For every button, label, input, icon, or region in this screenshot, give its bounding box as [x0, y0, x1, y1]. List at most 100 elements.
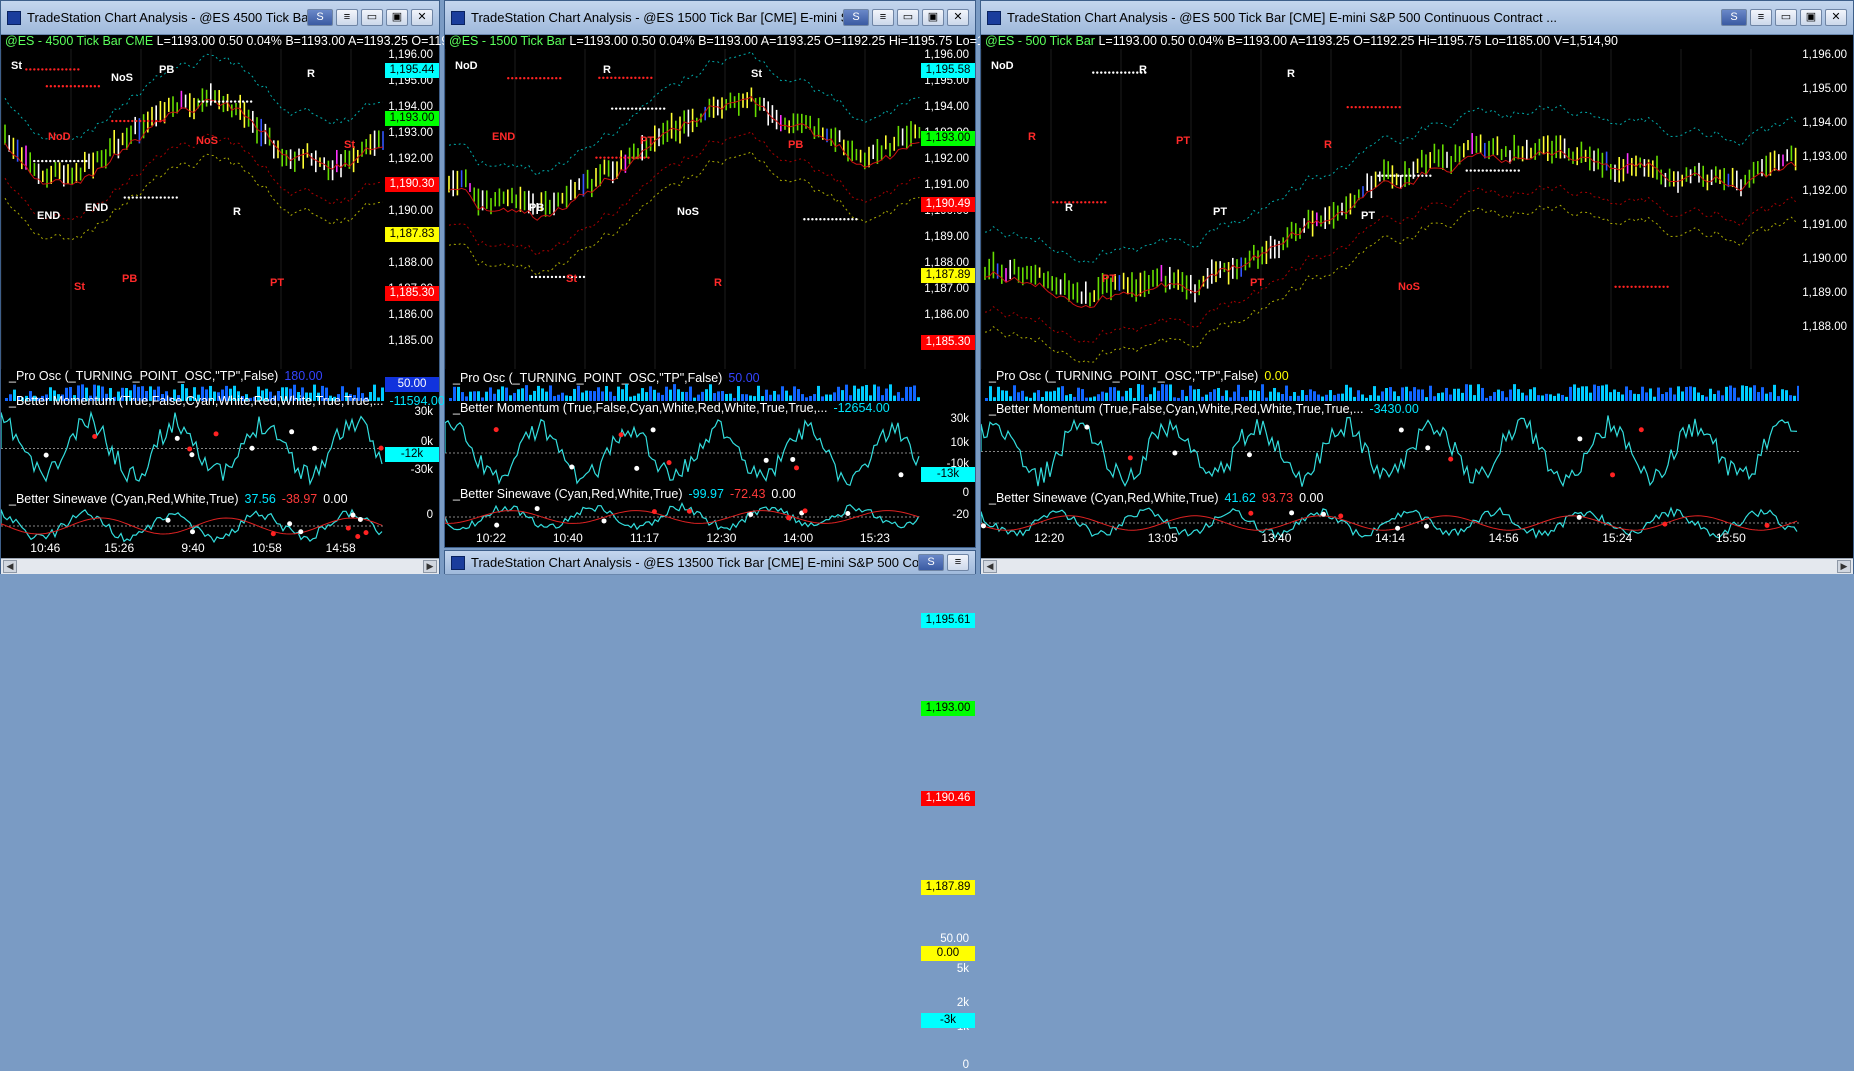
price-tag: 1,190.49 — [921, 197, 975, 212]
signal-marker: NoS — [1398, 281, 1420, 293]
close-button[interactable]: ✕ — [1825, 9, 1847, 26]
signal-marker: PT — [1213, 206, 1227, 218]
title-bar[interactable]: TradeStation Chart Analysis - @ES 4500 T… — [1, 1, 439, 35]
signal-marker: PB — [122, 273, 137, 285]
title-bar[interactable]: TradeStation Chart Analysis - @ES 500 Ti… — [981, 1, 1853, 35]
sinewave-panel[interactable] — [445, 501, 921, 533]
menu-icon[interactable]: ≡ — [947, 554, 969, 571]
tradestation-app-icon — [7, 10, 21, 25]
scroll-right-arrow[interactable]: ▶ — [423, 560, 437, 573]
symbol-link-dropdown-button[interactable]: S — [307, 9, 333, 26]
close-button[interactable]: ✕ — [947, 9, 969, 26]
symbol-link-dropdown-button[interactable]: S — [843, 9, 869, 26]
price-tick: 1,191.00 — [924, 179, 969, 191]
time-tick: 14:56 — [1488, 531, 1519, 545]
restore-button[interactable]: ▣ — [386, 9, 408, 26]
minimize-button[interactable]: ▭ — [1775, 9, 1797, 26]
sinewave-value-3: 0.00 — [1299, 491, 1324, 505]
chart-window-2[interactable]: TradeStation Chart Analysis - @ES 1500 T… — [444, 0, 1021, 548]
horizontal-scrollbar[interactable]: ◀ ▶ — [1, 558, 439, 574]
price-chart[interactable]: St NoD END PB PB NoS R PT R St END St NoS — [1, 49, 385, 369]
scroll-left-arrow[interactable]: ◀ — [3, 560, 17, 573]
chart-window-3[interactable]: TradeStation Chart Analysis - @ES 500 Ti… — [980, 0, 1854, 574]
menu-icon[interactable]: ≡ — [1750, 9, 1772, 26]
signal-marker: PT — [270, 277, 284, 289]
price-tick: 1,186.00 — [388, 309, 433, 321]
quote-values: L=1193.00 0.50 0.04% B=1193.00 A=1193.25… — [569, 34, 1022, 48]
sinewave-value-1: -99.97 — [688, 487, 724, 501]
tradestation-app-icon — [451, 555, 465, 570]
sinewave-name: _Better Sinewave (Cyan,Red,White,True) — [989, 491, 1219, 505]
momentum-tick: 2k — [956, 997, 969, 1009]
sinewave-tick: -20 — [952, 509, 969, 521]
signal-marker: NoD — [48, 131, 71, 143]
momentum-panel[interactable] — [445, 413, 921, 493]
title-bar[interactable]: TradeStation Chart Analysis - @ES 1500 T… — [445, 1, 975, 35]
price-tick: 1,195.00 — [1802, 83, 1847, 95]
title-bar[interactable]: TradeStation Chart Analysis - @ES 13500 … — [445, 551, 975, 575]
pro-osc-histogram[interactable] — [445, 377, 921, 403]
time-tick: 14:58 — [325, 541, 356, 555]
signal-marker: R — [1028, 131, 1036, 143]
time-tick: 12:20 — [1034, 531, 1065, 545]
price-tick: 1,189.00 — [1802, 287, 1847, 299]
price-tag: 1,187.89 — [921, 268, 975, 283]
sinewave-value-1: 37.56 — [244, 492, 276, 506]
pro-osc-histogram[interactable] — [981, 377, 1799, 403]
quote-line: @ES - 500 Tick Bar L=1193.00 0.50 0.04% … — [985, 34, 1618, 48]
menu-icon[interactable]: ≡ — [872, 9, 894, 26]
time-tick: 13:05 — [1147, 531, 1178, 545]
sinewave-panel[interactable] — [1, 506, 385, 546]
price-tag: 1,193.00 — [921, 701, 975, 716]
price-tick: 1,190.00 — [1802, 253, 1847, 265]
time-tick: 10:40 — [552, 531, 583, 545]
momentum-tick: 30k — [414, 406, 433, 418]
momentum-panel[interactable] — [1, 406, 385, 491]
sinewave-label: _Better Sinewave (Cyan,Red,White,True) 37… — [9, 492, 348, 506]
scroll-right-arrow[interactable]: ▶ — [1837, 560, 1851, 573]
time-tick: 15:50 — [1715, 531, 1746, 545]
price-axis[interactable]: 1,196.001,195.001,194.001,193.001,192.00… — [383, 49, 439, 369]
horizontal-scrollbar[interactable]: ◀ ▶ — [981, 558, 1853, 574]
signal-marker: PT — [640, 135, 654, 147]
chart-window-1[interactable]: TradeStation Chart Analysis - @ES 4500 T… — [0, 0, 480, 574]
time-tick: 15:24 — [1602, 531, 1633, 545]
minimize-button[interactable]: ▭ — [897, 9, 919, 26]
momentum-panel[interactable] — [981, 409, 1799, 494]
restore-button[interactable]: ▣ — [922, 9, 944, 26]
tradestation-app-icon — [987, 10, 1001, 25]
price-tick: 1,196.00 — [1802, 49, 1847, 61]
sinewave-value-2: 93.73 — [1261, 491, 1294, 505]
restore-button[interactable]: ▣ — [1800, 9, 1822, 26]
signal-marker: R — [307, 68, 315, 80]
price-chart[interactable]: NoD R R PT R PT PT PT R R PT NoS — [981, 49, 1799, 369]
symbol-link-dropdown-button[interactable]: S — [918, 554, 944, 571]
sinewave-tick: 0 — [962, 1059, 969, 1071]
osc-tick: 50.00 — [940, 933, 969, 945]
scroll-left-arrow[interactable]: ◀ — [983, 560, 997, 573]
sinewave-tick: 0 — [426, 509, 433, 521]
close-button[interactable]: ✕ — [411, 9, 433, 26]
price-tag: 1,193.00 — [921, 131, 975, 146]
time-tick: 10:46 — [30, 541, 61, 555]
price-chart[interactable]: NoD END PB St R PT NoS R St PB — [445, 49, 921, 369]
menu-icon[interactable]: ≡ — [336, 9, 358, 26]
window-title: TradeStation Chart Analysis - @ES 1500 T… — [471, 10, 843, 25]
signal-marker: R — [1287, 68, 1295, 80]
sinewave-name: _Better Sinewave (Cyan,Red,White,True) — [9, 492, 239, 506]
price-tick: 1,194.00 — [924, 101, 969, 113]
price-tick: 1,189.00 — [924, 231, 969, 243]
sinewave-value-1: 41.62 — [1224, 491, 1256, 505]
sinewave-value-3: 0.00 — [771, 487, 796, 501]
symbol-link-dropdown-button[interactable]: S — [1721, 9, 1747, 26]
price-tick: 1,193.00 — [388, 127, 433, 139]
signal-marker: NoS — [677, 206, 699, 218]
minimize-button[interactable]: ▭ — [361, 9, 383, 26]
price-tag: 1,190.30 — [385, 177, 439, 192]
price-tick: 1,191.00 — [1802, 219, 1847, 231]
quote-line: @ES - 4500 Tick Bar CME L=1193.00 0.50 0… — [5, 34, 480, 48]
price-axis[interactable]: 1,196.001,195.001,194.001,193.001,192.00… — [1797, 49, 1853, 369]
signal-marker: PB — [529, 202, 544, 214]
chart-window-4[interactable]: TradeStation Chart Analysis - @ES 13500 … — [444, 550, 976, 1071]
sinewave-tick: 0 — [962, 487, 969, 499]
